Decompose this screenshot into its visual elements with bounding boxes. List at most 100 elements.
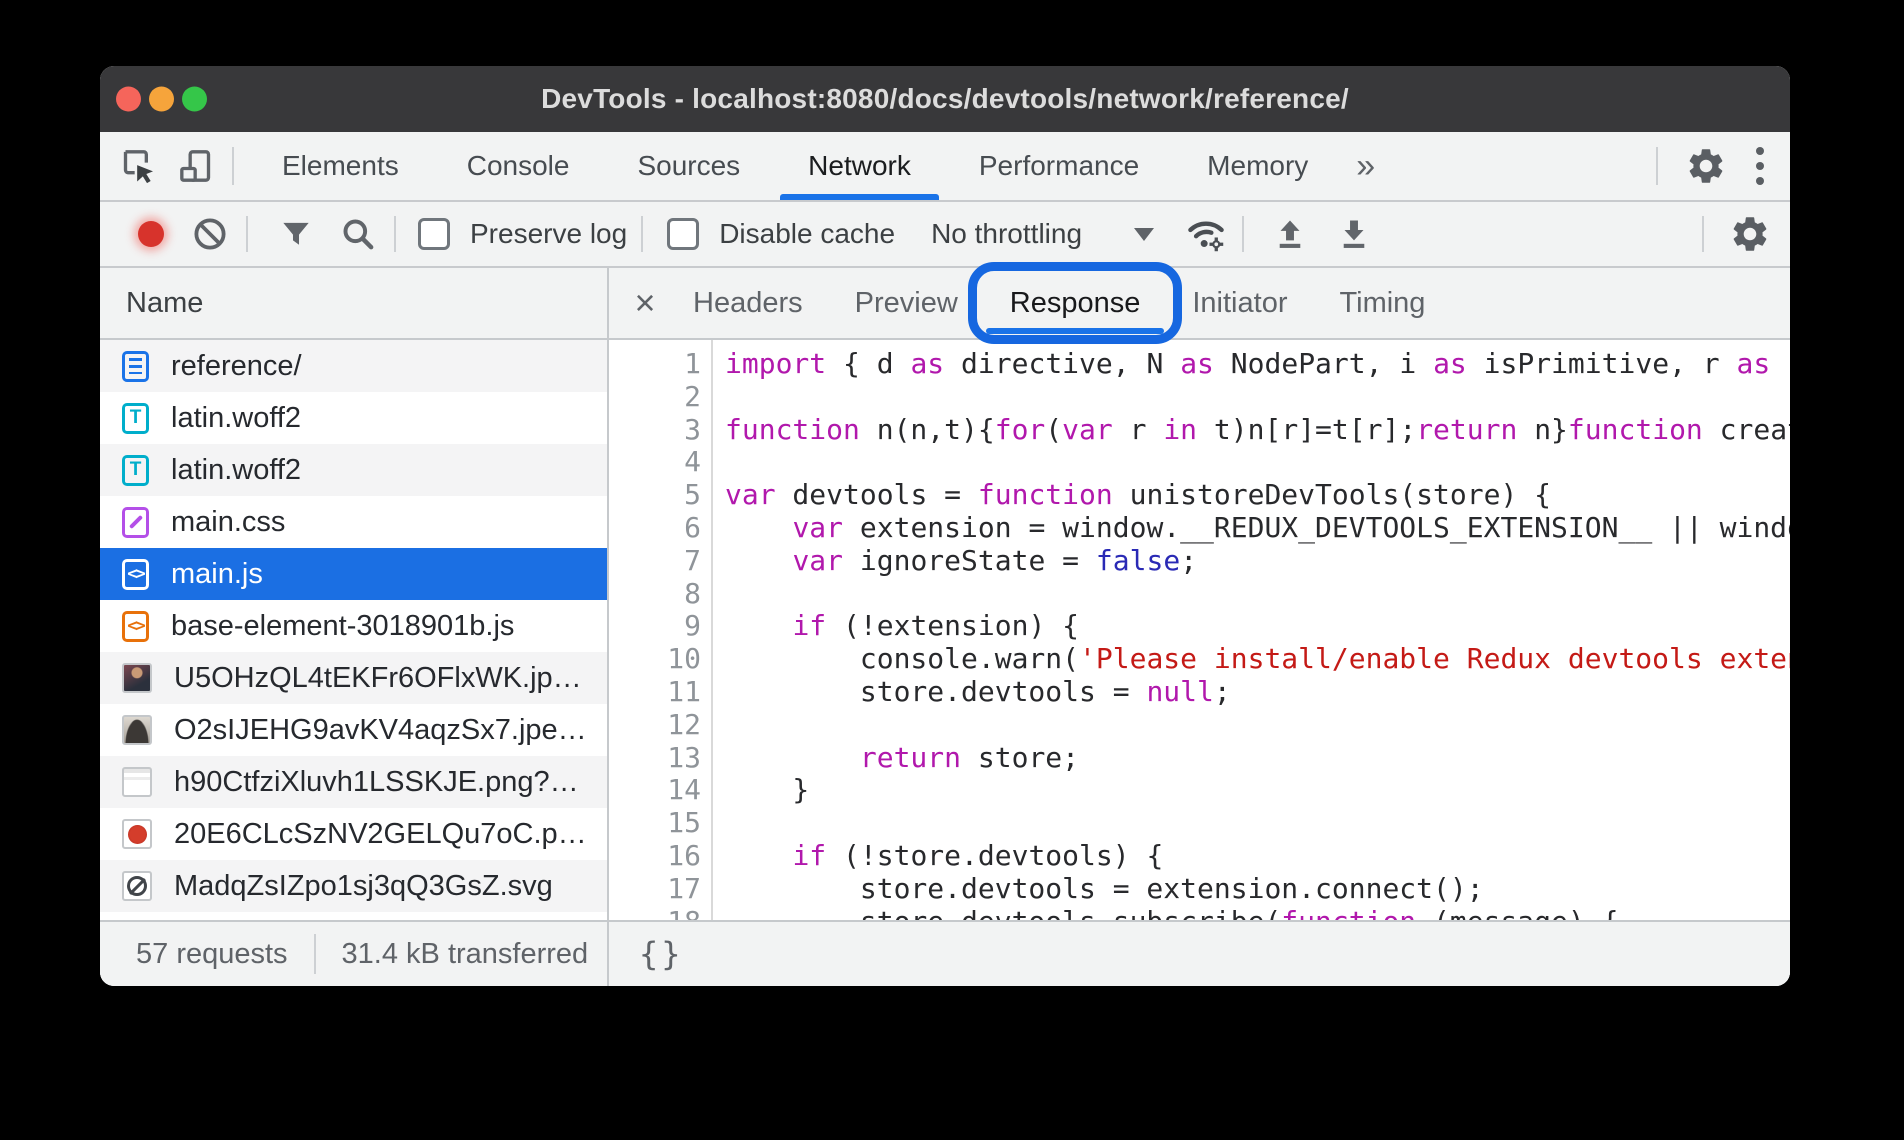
device-toolbar-button[interactable] [174, 144, 218, 188]
stylesheet-icon [122, 507, 149, 538]
detail-tab-response[interactable]: Response [984, 268, 1167, 338]
disable-cache-label[interactable]: Disable cache [719, 218, 895, 250]
request-row[interactable]: U5OHzQL4tEKFr6OFlxWK.jp… [100, 652, 607, 704]
request-row[interactable]: <> base-element-3018901b.js [100, 600, 607, 652]
main-tab-performance[interactable]: Performance [945, 132, 1173, 200]
main-tab-network[interactable]: Network [774, 132, 945, 200]
inspect-element-button[interactable] [116, 144, 160, 188]
code-token: function [978, 478, 1113, 511]
code-token: function [725, 413, 860, 446]
detail-tab-label: Headers [693, 287, 803, 320]
request-row[interactable]: Tlatin.woff2 [100, 444, 607, 496]
font-icon: T [122, 455, 149, 486]
request-row[interactable]: O2sIJEHG9avKV4aqzSx7.jpe… [100, 704, 607, 756]
transferred-size: 31.4 kB transferred [342, 938, 589, 971]
code-token: create [1703, 413, 1790, 446]
script-icon: <> [122, 559, 149, 590]
code-token [725, 609, 792, 642]
request-row[interactable]: MadqZsIZpo1sj3qQ3GsZ.svg [100, 860, 607, 912]
code-token: var [725, 478, 776, 511]
customize-devtools-button[interactable] [1756, 147, 1764, 185]
main-tab-label: Network [808, 150, 911, 182]
request-row[interactable]: reference/ [100, 340, 607, 392]
request-row[interactable]: main.css [100, 496, 607, 548]
close-detail-button[interactable]: × [623, 268, 667, 338]
dropdown-caret-icon [1134, 228, 1154, 241]
detail-tab-preview[interactable]: Preview [829, 268, 984, 338]
clear-network-log-button[interactable] [188, 212, 232, 256]
devtools-settings-button[interactable] [1684, 144, 1728, 188]
code-token: import [725, 347, 826, 380]
code-token: as [1433, 347, 1467, 380]
more-tabs-button[interactable]: » [1342, 132, 1389, 200]
code-line: return store; [725, 742, 1790, 775]
code-token: n} [1517, 413, 1568, 446]
preserve-log-checkbox[interactable] [418, 218, 450, 250]
code-token: directive, N [944, 347, 1180, 380]
filter-button[interactable] [274, 212, 318, 256]
main-tab-label: Sources [637, 150, 740, 182]
code-token: function [1568, 413, 1703, 446]
main-tab-sources[interactable]: Sources [603, 132, 774, 200]
screen: DevTools - localhost:8080/docs/devtools/… [0, 0, 1904, 1140]
main-tab-memory[interactable]: Memory [1173, 132, 1342, 200]
request-name: main.js [171, 558, 263, 591]
pencil-glyph [128, 515, 142, 529]
main-tab-console[interactable]: Console [433, 132, 604, 200]
format-pretty-print-button[interactable]: {} [639, 935, 684, 973]
code-token: if [792, 839, 826, 872]
network-summary-bar: 57 requests 31.4 kB transferred [100, 920, 607, 986]
preserve-log-label[interactable]: Preserve log [470, 218, 627, 250]
code-token: for [995, 413, 1046, 446]
export-har-button[interactable] [1332, 212, 1376, 256]
code-token: n(n,t){ [860, 413, 995, 446]
prohibited-icon [127, 876, 147, 896]
settings-gear-icon [1685, 145, 1727, 187]
code-token: extension = window.__REDUX_DEVTOOLS_EXTE… [843, 511, 1790, 544]
code-token [725, 511, 792, 544]
code-token: store.devtools = [725, 675, 1146, 708]
search-button[interactable] [336, 212, 380, 256]
code-line: store.devtools.subscribe(function (messa… [725, 906, 1790, 920]
main-tab-elements[interactable]: Elements [248, 132, 433, 200]
zoom-window-button[interactable] [182, 87, 207, 112]
device-toolbar-icon [176, 146, 216, 186]
line-number: 6 [609, 512, 701, 545]
request-name: base-element-3018901b.js [171, 610, 514, 643]
detail-tab-headers[interactable]: Headers [667, 268, 829, 338]
request-row[interactable]: 20E6CLcSzNV2GELQu7oC.p… [100, 808, 607, 860]
code-line: console.warn('Please install/enable Redu… [725, 643, 1790, 676]
script-glyph: <> [127, 616, 143, 636]
code-line: var extension = window.__REDUX_DEVTOOLS_… [725, 512, 1790, 545]
request-row[interactable]: Tlatin.woff2 [100, 392, 607, 444]
request-row[interactable]: <> main.js [100, 548, 607, 600]
import-har-button[interactable] [1268, 212, 1312, 256]
traffic-lights [116, 87, 207, 112]
document-icon [122, 351, 149, 382]
request-row[interactable]: h90CtfziXluvh1LSSKJE.png?… [100, 756, 607, 808]
image-dark-icon [122, 663, 152, 693]
name-column-header[interactable]: Name [100, 268, 607, 340]
network-settings-button[interactable] [1728, 212, 1772, 256]
minimize-window-button[interactable] [149, 87, 174, 112]
code-token: ignoreState = [843, 544, 1096, 577]
network-conditions-button[interactable] [1184, 212, 1228, 256]
code-line: var ignoreState = false; [725, 545, 1790, 578]
detail-tab-initiator[interactable]: Initiator [1166, 268, 1313, 338]
code-token: re [1770, 347, 1790, 380]
main-tab-label: Elements [282, 150, 399, 182]
code-line: if (!store.devtools) { [725, 840, 1790, 873]
code-line: import { d as directive, N as NodePart, … [725, 348, 1790, 381]
code-line [725, 381, 1790, 414]
close-window-button[interactable] [116, 87, 141, 112]
record-network-log-button[interactable] [138, 221, 164, 247]
code-line [725, 807, 1790, 840]
throttling-select[interactable]: No throttling [931, 218, 1154, 250]
code-token: false [1096, 544, 1180, 577]
code-token: var [1062, 413, 1113, 446]
disable-cache-checkbox[interactable] [667, 218, 699, 250]
code-token: ( [1045, 413, 1062, 446]
detail-tab-timing[interactable]: Timing [1313, 268, 1451, 338]
inspect-cursor-icon [118, 146, 158, 186]
request-name: U5OHzQL4tEKFr6OFlxWK.jp… [174, 662, 582, 695]
